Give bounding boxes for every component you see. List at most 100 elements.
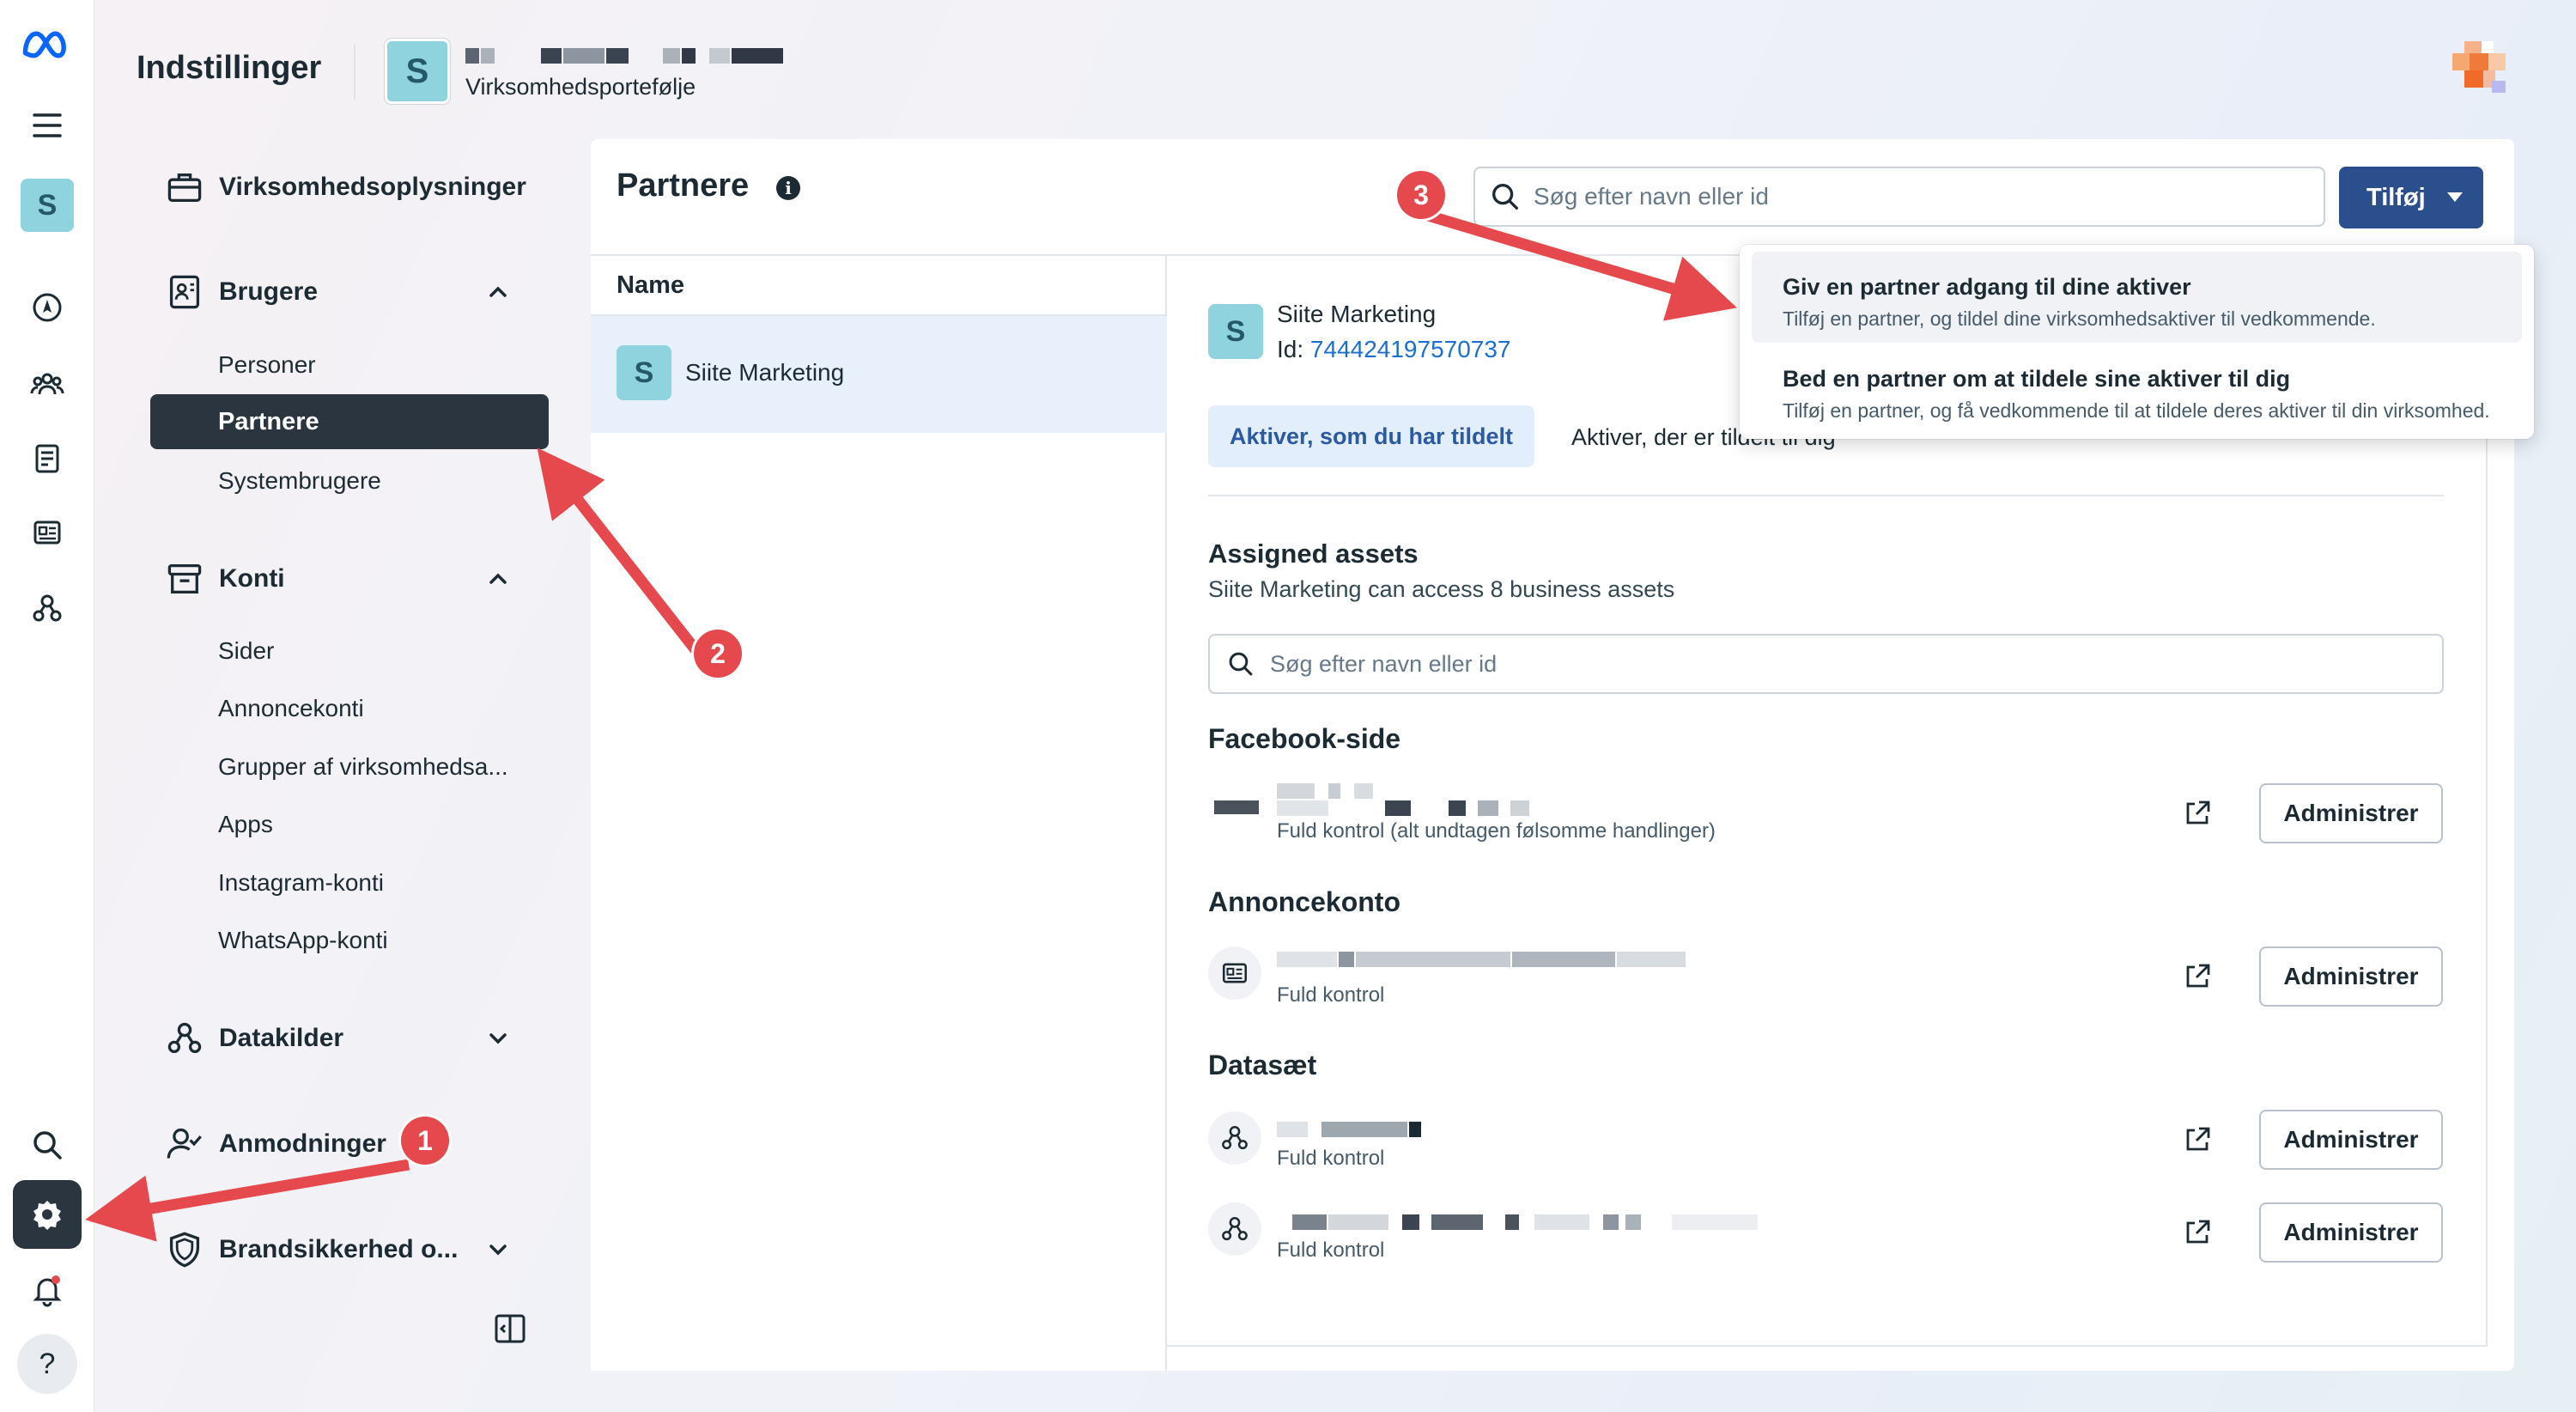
menu-item-title: Bed en partner om at tildele sine aktive… [1783, 366, 2291, 392]
archive-box-icon [167, 563, 202, 594]
search-icon [1492, 184, 1518, 210]
nav-item-ad-accounts[interactable]: Annoncekonti [218, 679, 364, 739]
permission-text: Fuld kontrol [1277, 983, 1385, 1007]
divider [1208, 495, 2444, 496]
nav-requests-label: Anmodninger [219, 1129, 386, 1158]
permission-text: Fuld kontrol [1277, 1239, 1385, 1262]
search-icon [1229, 652, 1253, 676]
detail-partner-id: Id: 744424197570737 [1277, 336, 1511, 363]
annotation-badge-1: 1 [401, 1117, 449, 1165]
data-sources-icon[interactable] [13, 574, 82, 642]
nav-business-info-label: Virksomhedsoplysninger [219, 173, 526, 201]
nav-item-pages[interactable]: Sider [218, 621, 274, 681]
add-partner-menu: Giv en partner adgang til dine aktiver T… [1740, 245, 2534, 439]
nav-item-system-users[interactable]: Systembrugere [218, 451, 381, 511]
nav-users-label: Brugere [219, 277, 319, 306]
external-link-icon[interactable] [2183, 1218, 2212, 1247]
nav-item-instagram-accounts[interactable]: Instagram-konti [218, 853, 384, 913]
menu-icon[interactable] [13, 91, 82, 160]
data-sources-icon [167, 1022, 202, 1054]
annotation-badge-2: 2 [694, 630, 742, 678]
settings-gear-icon[interactable] [13, 1180, 82, 1249]
menu-item-request-access[interactable]: Bed en partner om at tildele sine aktive… [1752, 344, 2522, 435]
nav-item-whatsapp-accounts[interactable]: WhatsApp-konti [218, 910, 388, 971]
section-ad-account: Annoncekonto [1208, 886, 1400, 917]
partner-name: Siite Marketing [685, 359, 845, 386]
arrow-1 [85, 1159, 410, 1242]
notifications-bell-icon[interactable] [13, 1256, 82, 1324]
help-icon: ? [17, 1334, 77, 1394]
asset-search-input[interactable]: Søg efter navn eller id [1208, 634, 2444, 694]
menu-item-title: Giv en partner adgang til dine aktiver [1783, 274, 2191, 300]
partner-search-input[interactable]: Søg efter navn eller id [1473, 167, 2325, 227]
manage-button[interactable]: Administrer [2259, 783, 2443, 843]
pages-icon[interactable] [13, 424, 82, 493]
add-button-label: Tilføj [2366, 183, 2426, 211]
portfolio-subtitle: Virksomhedsportefølje [465, 74, 696, 100]
permission-text: Fuld kontrol (alt undtagen følsomme hand… [1277, 819, 1716, 843]
portfolio-name-redacted [465, 48, 792, 67]
briefcase-icon [167, 173, 202, 203]
ad-account-icon [1208, 946, 1261, 1000]
chevron-up-icon[interactable] [485, 279, 511, 305]
ad-account-name-redacted [1277, 952, 1706, 969]
detail-partner-name: Siite Marketing [1277, 301, 1437, 327]
header-divider [354, 45, 355, 100]
nav-item-asset-groups[interactable]: Grupper af virksomhedsa... [218, 737, 508, 797]
dataset-icon [1208, 1111, 1261, 1165]
dataset-icon [1208, 1202, 1261, 1256]
menu-item-description: Tilføj en partner, og få vedkommende til… [1783, 399, 2490, 422]
navigation-rail: S ? [0, 0, 94, 1412]
external-link-icon[interactable] [2183, 799, 2212, 828]
people-icon[interactable] [13, 350, 82, 418]
help-button[interactable]: ? [13, 1330, 82, 1398]
nav-item-partners[interactable]: Partnere [150, 394, 549, 449]
manage-button[interactable]: Administrer [2259, 946, 2443, 1007]
id-value-link[interactable]: 744424197570737 [1310, 336, 1511, 362]
account-avatar[interactable] [2452, 41, 2506, 94]
permission-text: Fuld kontrol [1277, 1147, 1385, 1170]
chevron-up-icon[interactable] [485, 566, 511, 592]
collapse-sidebar-icon[interactable] [493, 1312, 527, 1346]
add-partner-button[interactable]: Tilføj [2339, 167, 2483, 228]
page-title: Indstillinger [137, 50, 322, 86]
list-header-name: Name [617, 271, 684, 299]
search-icon[interactable] [13, 1111, 82, 1179]
nav-item-persons[interactable]: Personer [218, 335, 316, 395]
chevron-down-icon[interactable] [485, 1237, 511, 1263]
menu-item-description: Tilføj en partner, og tildel dine virkso… [1783, 307, 2376, 330]
page-thumbnail-redacted [1214, 800, 1259, 814]
chevron-down-icon[interactable] [485, 1026, 511, 1051]
annotation-badge-3: 3 [1397, 171, 1445, 219]
section-facebook-page: Facebook-side [1208, 723, 1401, 754]
nav-brand-safety-label: Brandsikkerhed o... [219, 1235, 459, 1263]
partner-avatar: S [617, 345, 671, 400]
section-datasets: Datasæt [1208, 1050, 1317, 1080]
ad-accounts-icon[interactable] [13, 498, 82, 567]
page-name-redacted [1277, 783, 1543, 818]
partner-row-selected[interactable]: S Siite Marketing [591, 316, 1167, 433]
compass-icon[interactable] [13, 273, 82, 342]
caret-down-icon [2447, 192, 2463, 202]
manage-button[interactable]: Administrer [2259, 1110, 2443, 1170]
person-check-icon [167, 1128, 202, 1159]
tab-assigned-by-you[interactable]: Aktiver, som du har tildelt [1208, 405, 1534, 467]
external-link-icon[interactable] [2183, 962, 2212, 991]
menu-item-give-access[interactable]: Giv en partner adgang til dine aktiver T… [1752, 252, 2522, 343]
meta-logo-icon[interactable] [13, 10, 82, 79]
nav-data-sources-label: Datakilder [219, 1024, 344, 1052]
assigned-assets-subtitle: Siite Marketing can access 8 business as… [1208, 576, 1675, 602]
manage-button[interactable]: Administrer [2259, 1202, 2443, 1263]
business-avatar[interactable]: S [13, 171, 82, 240]
partners-title: Partnere [617, 167, 750, 204]
id-label: Id: [1277, 336, 1304, 362]
detail-partner-avatar: S [1208, 304, 1263, 359]
dataset-name-redacted [1277, 1214, 1775, 1232]
nav-item-apps[interactable]: Apps [218, 794, 273, 855]
portfolio-avatar[interactable]: S [385, 39, 450, 104]
id-card-icon [169, 275, 200, 309]
external-link-icon[interactable] [2183, 1125, 2212, 1154]
info-icon[interactable]: i [776, 176, 800, 200]
nav-accounts-label: Konti [219, 564, 285, 593]
shield-icon [169, 1232, 200, 1268]
